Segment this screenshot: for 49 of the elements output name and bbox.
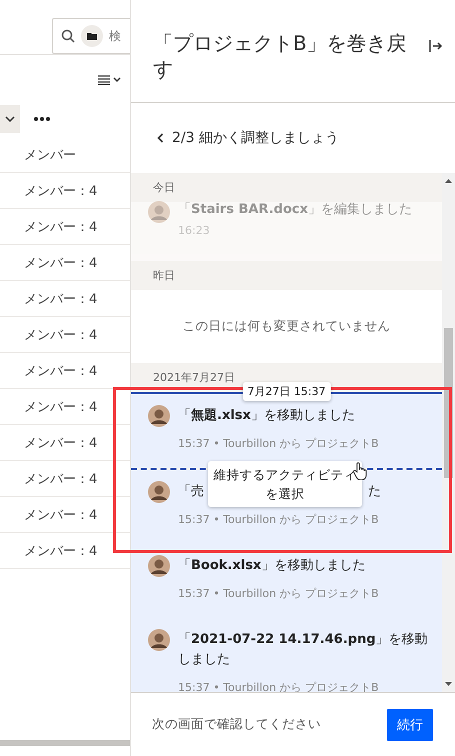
table-cell-text: メンバー：4 (24, 254, 98, 272)
avatar-icon (148, 405, 170, 427)
list-view-icon[interactable] (98, 75, 122, 85)
search-bar[interactable]: 検 (52, 18, 130, 54)
date-header: 2021年7月27日 (153, 370, 235, 385)
table-cell-text: メンバー：4 (24, 434, 98, 452)
activity-meta: 15:37 • Tourbillon から プロジェクトB (178, 436, 380, 451)
avatar-icon (148, 555, 170, 577)
table-cell-text: メンバー：4 (24, 470, 98, 488)
folder-button[interactable] (81, 25, 103, 47)
scroll-up-icon[interactable] (445, 179, 452, 183)
activity-title: 「無題.xlsx」を移動しました (178, 407, 355, 425)
table-cell-text: メンバー：4 (24, 362, 98, 380)
table-cell-text: メンバー：4 (24, 506, 98, 524)
time-tooltip: 7月27日 15:37 (242, 382, 331, 401)
select-tooltip: 維持するアクティビティを選択 (208, 461, 362, 507)
activity-title: 「Book.xlsx」を移動しました (178, 557, 366, 575)
avatar-icon (148, 481, 170, 503)
hand-cursor-icon (353, 462, 367, 480)
table-cell-text: メンバー：4 (24, 542, 98, 560)
table-cell-text: メンバー：4 (24, 218, 98, 236)
date-header: 今日 (153, 180, 175, 195)
dropdown-button[interactable] (0, 105, 20, 133)
date-header: 昨日 (153, 268, 175, 283)
empty-message: この日には何も変更されていません (182, 318, 390, 335)
activity-meta: 15:37 • Tourbillon から プロジェクトB (178, 586, 380, 601)
activity-meta: 15:37 • Tourbillon から プロジェクトB (178, 512, 380, 527)
scroll-down-icon[interactable] (445, 682, 452, 686)
continue-button[interactable]: 続行 (387, 708, 433, 740)
footer-note: 次の画面で確認してください (152, 716, 321, 733)
activity-title: 「Stairs BAR.docx」を編集しました (178, 201, 412, 219)
activity-title: た (368, 483, 381, 501)
table-cell-text: メンバー：4 (24, 398, 98, 416)
folder-icon (87, 32, 97, 40)
activity-title: 「売 (178, 483, 204, 501)
table-cell-text: メンバー：4 (24, 326, 98, 344)
avatar-icon (148, 201, 170, 223)
table-cell-text: メンバー：4 (24, 290, 98, 308)
activity-title: 「2021-07-22 14.17.46.png」を移動しました (178, 631, 429, 669)
exit-icon[interactable] (429, 40, 443, 52)
panel-title: 「プロジェクトB」を巻き戻す (153, 30, 408, 82)
column-header: メンバー (24, 146, 76, 164)
table-cell-text: メンバー：4 (24, 182, 98, 200)
back-icon[interactable] (157, 133, 164, 143)
more-icon[interactable] (34, 117, 50, 121)
avatar-icon (148, 629, 170, 651)
search-icon (61, 29, 75, 43)
step-label: 2/3 細かく調整しましょう (172, 129, 339, 147)
chevron-down-icon (5, 116, 15, 122)
